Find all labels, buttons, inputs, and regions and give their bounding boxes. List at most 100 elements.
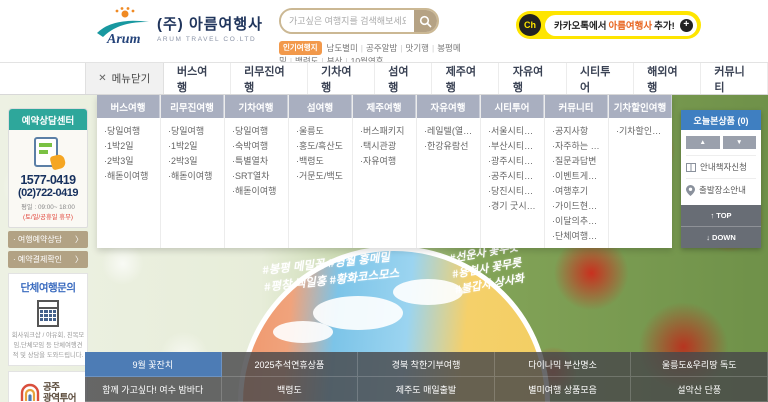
separator: | xyxy=(400,43,402,53)
megamenu-item[interactable]: ·경기 굿시티투어 xyxy=(488,199,540,214)
megamenu-column-title[interactable]: 기차할인여행 xyxy=(609,95,672,118)
closed-days: (토/일/공휴일 휴무) xyxy=(10,212,86,221)
bottom-tab[interactable]: 울릉도&우리땅 독도 xyxy=(631,352,768,377)
scroll-down-button[interactable]: ▼ xyxy=(723,136,757,149)
nav-item[interactable]: 자유여행 xyxy=(499,63,566,94)
megamenu-item[interactable]: ·울릉도 xyxy=(296,124,348,139)
megamenu-item[interactable]: ·자주하는 질문 xyxy=(552,139,604,154)
scroll-up-button[interactable]: ▲ xyxy=(686,136,720,149)
kakao-label: 카카오톡에서 아름여행사 추가! + xyxy=(545,15,697,36)
nav-item[interactable]: 시티투어 xyxy=(567,63,634,94)
megamenu-item[interactable]: ·당일여행 xyxy=(232,124,284,139)
popular-item[interactable]: 맛기행 xyxy=(406,43,429,53)
main-navigation: ✕ 메뉴닫기 버스여행리무진여행기차여행섬여행제주여행자유여행시티투어해외여행커… xyxy=(0,62,768,95)
nav-item[interactable]: 제주여행 xyxy=(432,63,499,94)
search-input[interactable] xyxy=(281,10,414,32)
megamenu-item[interactable]: ·버스패키지 xyxy=(360,124,412,139)
megamenu-item[interactable]: ·당진시티투어 xyxy=(488,184,540,199)
megamenu-item[interactable]: ·서울시티투어 xyxy=(488,124,540,139)
megamenu-item[interactable]: ·자유여행 xyxy=(360,154,412,169)
payment-check-button[interactable]: · 예약결제확인 〉 xyxy=(8,251,88,268)
megamenu-column-title[interactable]: 자유여행 xyxy=(417,95,480,118)
site-logo[interactable]: Arum (주) 아름여행사 ARUM TRAVEL CO.LTD xyxy=(95,7,263,49)
menu-close-label: 메뉴닫기 xyxy=(112,71,151,86)
reservation-consult-button[interactable]: · 여행예약상담 〉 xyxy=(8,231,88,248)
nav-item[interactable]: 섬여행 xyxy=(375,63,432,94)
nav-item[interactable]: 기차여행 xyxy=(308,63,375,94)
megamenu-column-title[interactable]: 시티투어 xyxy=(481,95,544,118)
megamenu-item[interactable]: ·한강유람선 xyxy=(424,139,476,154)
bottom-tab[interactable]: 별미여행 상품모음 xyxy=(495,377,632,402)
megamenu-item[interactable]: ·숙박여행 xyxy=(232,139,284,154)
nav-item[interactable]: 리무진여행 xyxy=(231,63,308,94)
megamenu-item[interactable]: ·특별열차 xyxy=(232,154,284,169)
bottom-tab[interactable]: 제주도 매일출발 xyxy=(358,377,495,402)
megamenu-column-title[interactable]: 버스여행 xyxy=(97,95,160,118)
megamenu-column-title[interactable]: 리무진여행 xyxy=(161,95,224,118)
megamenu-item[interactable]: ·광주시티투어 xyxy=(488,154,540,169)
search-bar xyxy=(279,8,439,34)
megamenu-column: 제주여행 ·버스패키지·택시관광·자유여행 xyxy=(353,95,417,248)
megamenu-item[interactable]: ·공주시티투어 xyxy=(488,169,540,184)
bottom-tab[interactable]: 다이나믹 부산명소 xyxy=(495,352,632,377)
megamenu-item-list: ·레일텔(열차+호텔)·한강유람선 xyxy=(417,118,480,154)
megamenu-item[interactable]: ·이달의추천여행 xyxy=(552,214,604,229)
scroll-top-button[interactable]: ↑ TOP xyxy=(681,205,761,227)
call-center-card: 예약상담센터 1577-0419 (02)722-0419 평일 : 09:00… xyxy=(8,108,88,228)
megamenu-item[interactable]: ·기차할인여행 xyxy=(616,124,668,139)
chevron-right-icon: 〉 xyxy=(75,254,83,265)
bottom-tab[interactable]: 9월 꽃잔치 xyxy=(85,352,222,377)
megamenu-item[interactable]: ·1박2일 xyxy=(168,139,220,154)
megamenu-column: 섬여행 ·울릉도·홍도/흑산도·백령도·거문도/백도 xyxy=(289,95,353,248)
megamenu-column-title[interactable]: 기차여행 xyxy=(225,95,288,118)
kakao-channel-button[interactable]: Ch 카카오톡에서 아름여행사 추가! + xyxy=(516,11,701,39)
business-hours: 평일 : 09:00~ 18:00 xyxy=(10,202,86,211)
bottom-tab[interactable]: 경북 착한기부여행 xyxy=(358,352,495,377)
megamenu-item[interactable]: ·SRT열차 xyxy=(232,169,284,184)
megamenu-item[interactable]: ·부산시티투어 xyxy=(488,139,540,154)
nav-item[interactable]: 해외여행 xyxy=(634,63,701,94)
brochure-request-link[interactable]: 안내책자신청 xyxy=(686,155,756,178)
search-button[interactable] xyxy=(414,10,437,32)
bottom-tab[interactable]: 설악산 단풍 xyxy=(631,377,768,402)
megamenu-item[interactable]: ·여행후기 xyxy=(552,184,604,199)
popular-item[interactable]: 남도별미 xyxy=(327,43,358,53)
megamenu-item[interactable]: ·해돋이여행 xyxy=(232,184,284,199)
megamenu-item[interactable]: ·해돋이여행 xyxy=(168,169,220,184)
megamenu-column-title[interactable]: 섬여행 xyxy=(289,95,352,118)
megamenu-item[interactable]: ·거문도/백도 xyxy=(296,169,348,184)
megamenu-item[interactable]: ·택시관광 xyxy=(360,139,412,154)
megamenu-item[interactable]: ·질문과답변 xyxy=(552,154,604,169)
megamenu-item[interactable]: ·2박3일 xyxy=(168,154,220,169)
nav-item[interactable]: 커뮤니티 xyxy=(701,63,768,94)
scroll-bottom-button[interactable]: ↓ DOWN xyxy=(681,227,761,248)
bottom-tab[interactable]: 함께 가고싶다! 여수 밤바다 xyxy=(85,377,222,402)
megamenu-item[interactable]: ·레일텔(열차+호텔) xyxy=(424,124,476,139)
megamenu-item[interactable]: ·당일여행 xyxy=(168,124,220,139)
megamenu-item[interactable]: ·이벤트게시판 xyxy=(552,169,604,184)
megamenu-item[interactable]: ·해돋이여행 xyxy=(104,169,156,184)
megamenu-item[interactable]: ·백령도 xyxy=(296,154,348,169)
megamenu-item[interactable]: ·가이드현장스케치 xyxy=(552,199,604,214)
nav-items: 버스여행리무진여행기차여행섬여행제주여행자유여행시티투어해외여행커뮤니티 xyxy=(164,63,768,94)
megamenu-column-title[interactable]: 커뮤니티 xyxy=(545,95,608,118)
bottom-tab[interactable]: 백령도 xyxy=(222,377,359,402)
megamenu-item-list: ·버스패키지·택시관광·자유여행 xyxy=(353,118,416,169)
megamenu-item[interactable]: ·2박3일 xyxy=(104,154,156,169)
menu-close-button[interactable]: ✕ 메뉴닫기 xyxy=(85,63,164,94)
bottom-tab[interactable]: 2025추석연휴상품 xyxy=(222,352,359,377)
gongju-tour-label: 공주 광역투어 xyxy=(43,382,76,402)
megamenu-item[interactable]: ·홍도/흑산도 xyxy=(296,139,348,154)
gongju-tour-banner[interactable]: 공주 광역투어 xyxy=(8,371,88,402)
megamenu-item[interactable]: ·당일여행 xyxy=(104,124,156,139)
nav-item[interactable]: 버스여행 xyxy=(164,63,231,94)
megamenu-column-title[interactable]: 제주여행 xyxy=(353,95,416,118)
megamenu-item[interactable]: ·1박2일 xyxy=(104,139,156,154)
megamenu-item[interactable]: ·공지사항 xyxy=(552,124,604,139)
call-center-title: 예약상담센터 xyxy=(9,109,87,130)
megamenu-item[interactable]: ·단체여행문의 xyxy=(552,229,604,244)
popular-item[interactable]: 공주알밤 xyxy=(366,43,397,53)
departure-place-link[interactable]: 출발장소안내 xyxy=(686,178,756,201)
call-center-body: 1577-0419 (02)722-0419 평일 : 09:00~ 18:00… xyxy=(9,130,87,227)
group-travel-card[interactable]: 단체여행문의 회사워크샵 / 야유회, 친목모임,단체모임 등 단체여행견적 및… xyxy=(8,273,88,366)
